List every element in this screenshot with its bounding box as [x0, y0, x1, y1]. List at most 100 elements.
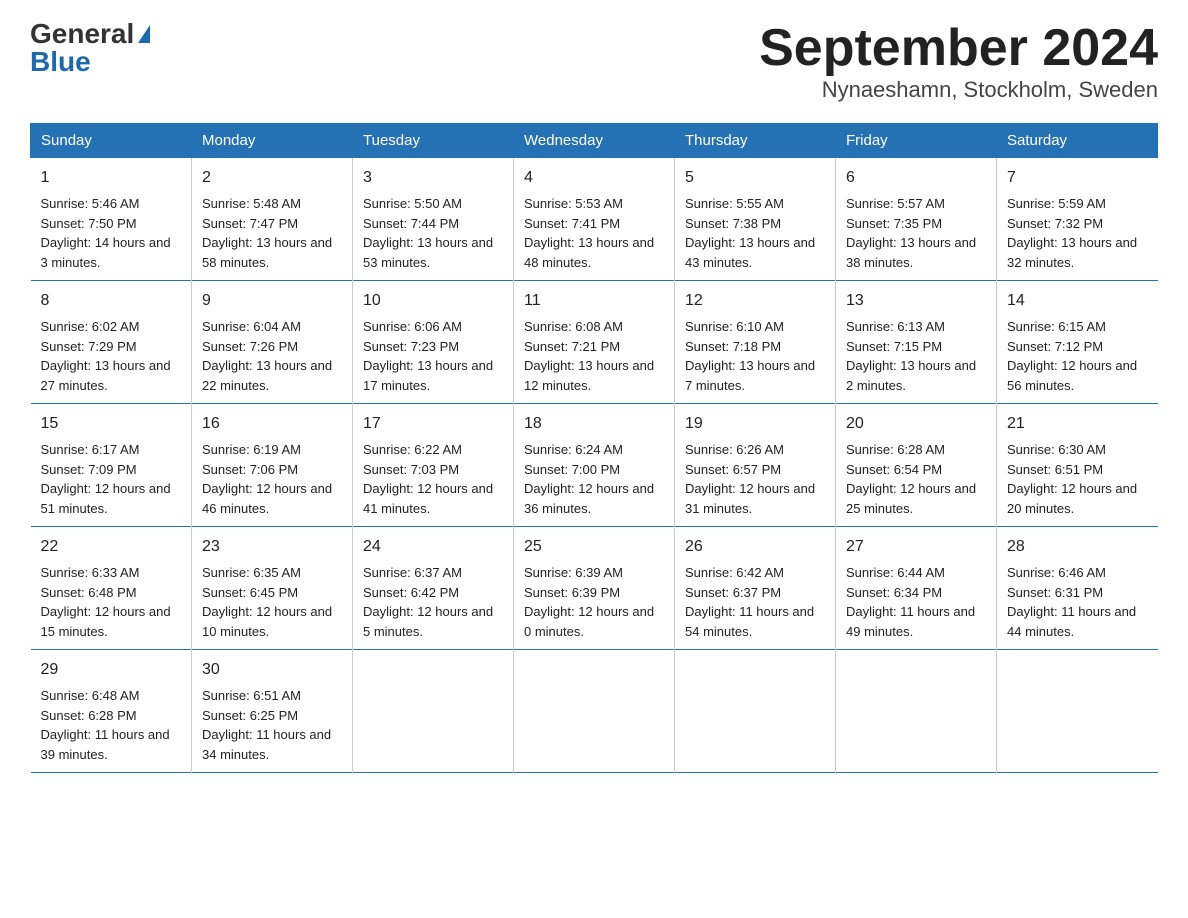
day-number: 29: [41, 658, 182, 682]
day-info: Sunrise: 6:51 AMSunset: 6:25 PMDaylight:…: [202, 686, 342, 764]
header-saturday: Saturday: [997, 124, 1158, 158]
calendar-title: September 2024: [759, 20, 1158, 77]
day-number: 6: [846, 166, 986, 190]
day-info: Sunrise: 5:55 AMSunset: 7:38 PMDaylight:…: [685, 194, 825, 272]
calendar-cell: 8 Sunrise: 6:02 AMSunset: 7:29 PMDaylight…: [31, 281, 192, 404]
day-info: Sunrise: 5:53 AMSunset: 7:41 PMDaylight:…: [524, 194, 664, 272]
day-info: Sunrise: 6:33 AMSunset: 6:48 PMDaylight:…: [41, 563, 182, 641]
day-info: Sunrise: 6:19 AMSunset: 7:06 PMDaylight:…: [202, 440, 342, 518]
day-number: 13: [846, 289, 986, 313]
header-thursday: Thursday: [675, 124, 836, 158]
title-block: September 2024 Nynaeshamn, Stockholm, Sw…: [759, 20, 1158, 103]
calendar-header-row: SundayMondayTuesdayWednesdayThursdayFrid…: [31, 124, 1158, 158]
logo: General Blue: [30, 20, 150, 76]
day-number: 16: [202, 412, 342, 436]
calendar-cell: 23 Sunrise: 6:35 AMSunset: 6:45 PMDayligh…: [192, 527, 353, 650]
day-info: Sunrise: 6:22 AMSunset: 7:03 PMDaylight:…: [363, 440, 503, 518]
calendar-cell: [514, 650, 675, 773]
calendar-cell: 29Sunrise: 6:48 AMSunset: 6:28 PMDayligh…: [31, 650, 192, 773]
calendar-week-row: 15Sunrise: 6:17 AMSunset: 7:09 PMDayligh…: [31, 404, 1158, 527]
day-number: 30: [202, 658, 342, 682]
calendar-cell: 6 Sunrise: 5:57 AMSunset: 7:35 PMDaylight…: [836, 158, 997, 281]
calendar-cell: 17 Sunrise: 6:22 AMSunset: 7:03 PMDayligh…: [353, 404, 514, 527]
day-number: 7: [1007, 166, 1148, 190]
day-number: 22: [41, 535, 182, 559]
calendar-cell: 14 Sunrise: 6:15 AMSunset: 7:12 PMDayligh…: [997, 281, 1158, 404]
calendar-cell: 21Sunrise: 6:30 AMSunset: 6:51 PMDayligh…: [997, 404, 1158, 527]
calendar-cell: 26Sunrise: 6:42 AMSunset: 6:37 PMDayligh…: [675, 527, 836, 650]
page-header: General Blue September 2024 Nynaeshamn, …: [30, 20, 1158, 103]
calendar-cell: 28 Sunrise: 6:46 AMSunset: 6:31 PMDayligh…: [997, 527, 1158, 650]
day-info: Sunrise: 6:39 AMSunset: 6:39 PMDaylight:…: [524, 563, 664, 641]
calendar-cell: 4 Sunrise: 5:53 AMSunset: 7:41 PMDaylight…: [514, 158, 675, 281]
header-friday: Friday: [836, 124, 997, 158]
day-info: Sunrise: 5:48 AMSunset: 7:47 PMDaylight:…: [202, 194, 342, 272]
calendar-subtitle: Nynaeshamn, Stockholm, Sweden: [759, 77, 1158, 103]
day-number: 2: [202, 166, 342, 190]
calendar-week-row: 8 Sunrise: 6:02 AMSunset: 7:29 PMDaylight…: [31, 281, 1158, 404]
day-number: 26: [685, 535, 825, 559]
calendar-cell: 22 Sunrise: 6:33 AMSunset: 6:48 PMDayligh…: [31, 527, 192, 650]
calendar-week-row: 22 Sunrise: 6:33 AMSunset: 6:48 PMDayligh…: [31, 527, 1158, 650]
calendar-cell: 11 Sunrise: 6:08 AMSunset: 7:21 PMDayligh…: [514, 281, 675, 404]
calendar-cell: [353, 650, 514, 773]
day-info: Sunrise: 6:06 AMSunset: 7:23 PMDaylight:…: [363, 317, 503, 395]
day-number: 10: [363, 289, 503, 313]
day-info: Sunrise: 6:44 AMSunset: 6:34 PMDaylight:…: [846, 563, 986, 641]
header-monday: Monday: [192, 124, 353, 158]
day-info: Sunrise: 5:59 AMSunset: 7:32 PMDaylight:…: [1007, 194, 1148, 272]
calendar-cell: 24 Sunrise: 6:37 AMSunset: 6:42 PMDayligh…: [353, 527, 514, 650]
day-number: 3: [363, 166, 503, 190]
day-number: 1: [41, 166, 182, 190]
logo-general-text: General: [30, 20, 134, 48]
calendar-week-row: 29Sunrise: 6:48 AMSunset: 6:28 PMDayligh…: [31, 650, 1158, 773]
day-info: Sunrise: 5:57 AMSunset: 7:35 PMDaylight:…: [846, 194, 986, 272]
day-info: Sunrise: 6:26 AMSunset: 6:57 PMDaylight:…: [685, 440, 825, 518]
header-wednesday: Wednesday: [514, 124, 675, 158]
day-number: 9: [202, 289, 342, 313]
day-number: 20: [846, 412, 986, 436]
day-info: Sunrise: 6:24 AMSunset: 7:00 PMDaylight:…: [524, 440, 664, 518]
day-number: 11: [524, 289, 664, 313]
day-number: 5: [685, 166, 825, 190]
calendar-cell: 7 Sunrise: 5:59 AMSunset: 7:32 PMDaylight…: [997, 158, 1158, 281]
day-number: 28: [1007, 535, 1148, 559]
day-number: 8: [41, 289, 182, 313]
day-info: Sunrise: 6:35 AMSunset: 6:45 PMDaylight:…: [202, 563, 342, 641]
day-info: Sunrise: 6:02 AMSunset: 7:29 PMDaylight:…: [41, 317, 182, 395]
calendar-cell: 13Sunrise: 6:13 AMSunset: 7:15 PMDayligh…: [836, 281, 997, 404]
calendar-cell: 5 Sunrise: 5:55 AMSunset: 7:38 PMDaylight…: [675, 158, 836, 281]
day-info: Sunrise: 6:08 AMSunset: 7:21 PMDaylight:…: [524, 317, 664, 395]
day-number: 23: [202, 535, 342, 559]
day-info: Sunrise: 6:15 AMSunset: 7:12 PMDaylight:…: [1007, 317, 1148, 395]
day-number: 17: [363, 412, 503, 436]
calendar-cell: 25 Sunrise: 6:39 AMSunset: 6:39 PMDayligh…: [514, 527, 675, 650]
day-number: 24: [363, 535, 503, 559]
calendar-cell: 3 Sunrise: 5:50 AMSunset: 7:44 PMDaylight…: [353, 158, 514, 281]
header-sunday: Sunday: [31, 124, 192, 158]
day-number: 15: [41, 412, 182, 436]
header-tuesday: Tuesday: [353, 124, 514, 158]
day-number: 25: [524, 535, 664, 559]
calendar-cell: 9 Sunrise: 6:04 AMSunset: 7:26 PMDaylight…: [192, 281, 353, 404]
day-number: 14: [1007, 289, 1148, 313]
calendar-table: SundayMondayTuesdayWednesdayThursdayFrid…: [30, 123, 1158, 773]
day-info: Sunrise: 6:28 AMSunset: 6:54 PMDaylight:…: [846, 440, 986, 518]
calendar-cell: [997, 650, 1158, 773]
day-info: Sunrise: 6:10 AMSunset: 7:18 PMDaylight:…: [685, 317, 825, 395]
calendar-week-row: 1Sunrise: 5:46 AMSunset: 7:50 PMDaylight…: [31, 158, 1158, 281]
day-info: Sunrise: 5:50 AMSunset: 7:44 PMDaylight:…: [363, 194, 503, 272]
calendar-cell: 10 Sunrise: 6:06 AMSunset: 7:23 PMDayligh…: [353, 281, 514, 404]
day-info: Sunrise: 6:46 AMSunset: 6:31 PMDaylight:…: [1007, 563, 1148, 641]
calendar-cell: 15Sunrise: 6:17 AMSunset: 7:09 PMDayligh…: [31, 404, 192, 527]
day-info: Sunrise: 6:04 AMSunset: 7:26 PMDaylight:…: [202, 317, 342, 395]
day-info: Sunrise: 6:37 AMSunset: 6:42 PMDaylight:…: [363, 563, 503, 641]
day-number: 19: [685, 412, 825, 436]
day-number: 4: [524, 166, 664, 190]
calendar-cell: [675, 650, 836, 773]
logo-triangle-icon: [138, 25, 150, 43]
calendar-cell: [836, 650, 997, 773]
day-info: Sunrise: 6:30 AMSunset: 6:51 PMDaylight:…: [1007, 440, 1148, 518]
calendar-cell: 18Sunrise: 6:24 AMSunset: 7:00 PMDayligh…: [514, 404, 675, 527]
calendar-cell: 19 Sunrise: 6:26 AMSunset: 6:57 PMDayligh…: [675, 404, 836, 527]
